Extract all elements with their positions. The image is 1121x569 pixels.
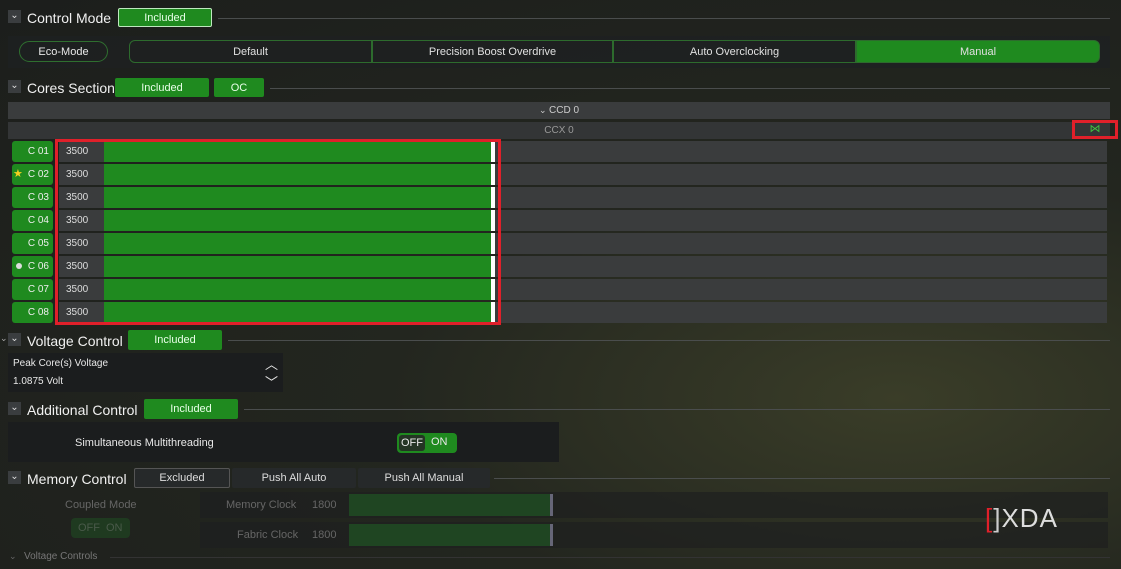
toggle-on: ON	[431, 436, 448, 448]
coupled-mode-label: Coupled Mode	[65, 499, 137, 511]
chevron-down-icon[interactable]: ﹀	[265, 372, 278, 391]
voltage-stepper[interactable]: Peak Core(s) Voltage 1.0875 Volt ︿ ﹀	[8, 353, 283, 392]
divider	[110, 557, 1110, 558]
smt-label: Simultaneous Multithreading	[75, 437, 214, 449]
memory-clock-slider[interactable]: Memory Clock 1800	[200, 492, 1108, 518]
toggle-on: ON	[106, 522, 123, 534]
core-label[interactable]: C 01	[12, 141, 53, 162]
cores-title: Cores Section	[27, 80, 115, 96]
core-label[interactable]: C 08	[12, 302, 53, 323]
memory-clock-label: Memory Clock	[226, 499, 297, 511]
divider	[228, 340, 1110, 341]
core-slider-track[interactable]	[495, 210, 1107, 231]
ccx-bar: CCX 0	[8, 122, 1110, 139]
collapse-control-mode-icon[interactable]: ⌄	[8, 10, 21, 23]
additional-title: Additional Control	[27, 402, 138, 418]
fabric-clock-value: 1800	[312, 529, 337, 541]
ccx-label: CCX 0	[544, 125, 574, 136]
divider	[494, 478, 1110, 479]
cores-status-button[interactable]: Included	[115, 78, 209, 97]
coupled-toggle[interactable]: OFF ON	[71, 518, 130, 538]
fabric-clock-fill	[349, 524, 552, 546]
core-slider-track[interactable]	[495, 187, 1107, 208]
control-mode-title: Control Mode	[27, 10, 112, 26]
collapse-memory-icon[interactable]: ⌄	[8, 471, 21, 484]
scroll-marker-icon: ⌄	[0, 333, 8, 343]
highlight-box	[55, 139, 501, 325]
core-label[interactable]: C 07	[12, 279, 53, 300]
memory-status-button[interactable]: Excluded	[134, 468, 230, 488]
slider-handle[interactable]	[550, 494, 553, 516]
core-slider-track[interactable]	[495, 164, 1107, 185]
fabric-clock-label: Fabric Clock	[237, 529, 299, 541]
slider-handle[interactable]	[550, 524, 553, 546]
core-slider-track[interactable]	[495, 302, 1107, 323]
voltage-controls-label: Voltage Controls	[24, 551, 98, 562]
link-icon[interactable]: ⋈	[1072, 120, 1118, 139]
smt-row: Simultaneous Multithreading OFF ON	[8, 422, 559, 462]
toggle-off: OFF	[399, 435, 425, 451]
xda-watermark: []XDA	[985, 503, 1058, 533]
chevron-up-icon[interactable]: ︿	[265, 354, 278, 373]
push-all-auto-button[interactable]: Push All Auto	[232, 468, 356, 488]
collapse-cores-icon[interactable]: ⌄	[8, 80, 21, 93]
collapse-voltage-controls-icon[interactable]: ⌄	[9, 551, 17, 562]
voltage-value: 1.0875 Volt	[13, 376, 64, 387]
divider	[270, 88, 1110, 89]
core-label[interactable]: C 05	[12, 233, 53, 254]
collapse-voltage-icon[interactable]: ⌄	[8, 333, 21, 346]
core-slider-track[interactable]	[495, 141, 1107, 162]
voltage-label: Peak Core(s) Voltage	[13, 358, 109, 369]
mode-manual[interactable]: Manual	[856, 40, 1100, 63]
voltage-status-button[interactable]: Included	[128, 330, 222, 350]
ccd-label: CCD 0	[549, 105, 580, 116]
control-mode-status-button[interactable]: Included	[118, 8, 212, 27]
divider	[244, 409, 1110, 410]
push-all-manual-button[interactable]: Push All Manual	[358, 468, 490, 488]
fabric-clock-slider[interactable]: Fabric Clock 1800	[200, 522, 1108, 548]
additional-status-button[interactable]: Included	[144, 399, 238, 419]
core-slider-track[interactable]	[495, 256, 1107, 277]
oc-button[interactable]: OC	[214, 78, 264, 97]
core-label[interactable]: C 04	[12, 210, 53, 231]
core-label[interactable]: C 03	[12, 187, 53, 208]
mode-pbo[interactable]: Precision Boost Overdrive	[372, 40, 613, 63]
collapse-additional-icon[interactable]: ⌄	[8, 402, 21, 415]
memory-clock-value: 1800	[312, 499, 337, 511]
toggle-off: OFF	[78, 522, 100, 534]
memory-title: Memory Control	[27, 471, 127, 487]
core-slider-track[interactable]	[495, 233, 1107, 254]
smt-toggle[interactable]: OFF ON	[397, 433, 457, 453]
mode-auto-oc[interactable]: Auto Overclocking	[613, 40, 856, 63]
memory-clock-fill	[349, 494, 552, 516]
core-slider-track[interactable]	[495, 279, 1107, 300]
voltage-title: Voltage Control	[27, 333, 123, 349]
eco-mode-button[interactable]: Eco-Mode	[19, 41, 108, 62]
dot-icon	[16, 263, 22, 269]
star-icon: ★	[13, 168, 23, 180]
ccd-bar[interactable]: ⌄ CCD 0	[8, 102, 1110, 119]
divider	[218, 18, 1110, 19]
mode-default[interactable]: Default	[129, 40, 372, 63]
